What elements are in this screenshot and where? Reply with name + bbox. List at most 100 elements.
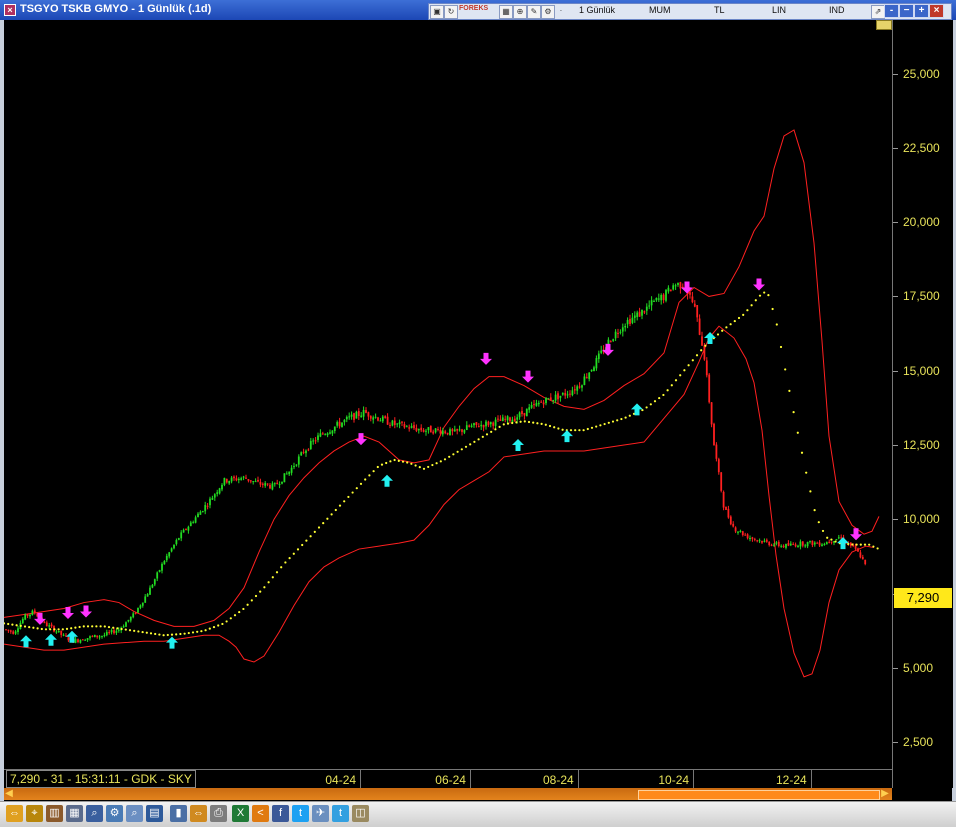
chart-plot-area[interactable] — [2, 20, 892, 769]
candle-body — [629, 318, 631, 324]
candle-body — [499, 419, 502, 421]
search-icon[interactable]: ⌕ — [86, 805, 103, 822]
database-icon[interactable]: ▮ — [170, 805, 187, 822]
average-dot — [679, 374, 682, 377]
indicator-selector[interactable]: IND — [829, 5, 845, 15]
currency-selector[interactable]: TL — [714, 5, 725, 15]
candle-body — [101, 635, 103, 637]
candle-body — [468, 425, 471, 427]
scroll-left-arrow-icon[interactable]: ◀ — [4, 788, 14, 800]
crosshair-icon[interactable]: ⌖ — [26, 805, 43, 822]
candle-body — [811, 540, 814, 546]
candle-body — [180, 532, 183, 539]
candle-body — [249, 480, 252, 482]
close-button[interactable]: × — [929, 4, 944, 18]
zoom-icon[interactable]: ⊕ — [513, 5, 527, 19]
bird-icon[interactable]: ✈ — [312, 805, 329, 822]
candle-body — [240, 478, 243, 480]
resize-handle[interactable] — [876, 20, 892, 30]
average-dot — [670, 384, 673, 387]
period-selector[interactable]: 1 Günlük — [579, 5, 615, 15]
x-tick-label: 12-24 — [775, 773, 807, 787]
candle-body — [43, 621, 46, 623]
candle-body — [230, 477, 233, 482]
print-icon[interactable]: ⎙ — [210, 805, 227, 822]
facebook-icon[interactable]: f — [272, 805, 289, 822]
settings-icon[interactable]: ⚙ — [106, 805, 123, 822]
average-dot — [40, 627, 43, 631]
period-icon[interactable]: ▣ — [430, 5, 444, 19]
candle-body — [367, 412, 370, 417]
candle-body — [225, 478, 228, 483]
scroll-right-arrow-icon[interactable]: ▶ — [880, 788, 890, 800]
candle-body — [713, 423, 715, 446]
y-tick-mark — [893, 222, 898, 224]
table-icon[interactable]: ▦ — [66, 805, 83, 822]
scale-selector[interactable]: LIN — [772, 5, 786, 15]
app-icon[interactable]: × — [4, 4, 16, 16]
scroll-thumb[interactable] — [638, 790, 880, 800]
candle-body — [696, 305, 699, 318]
navigate-icon[interactable]: ⇔ — [190, 805, 207, 822]
minimize-button[interactable]: − — [899, 4, 914, 18]
photo-icon[interactable]: ◫ — [352, 805, 369, 822]
chart-book-icon[interactable]: ▥ — [46, 805, 63, 822]
candle-body — [765, 539, 768, 542]
candle-body — [758, 540, 761, 542]
average-dot — [120, 627, 123, 631]
title-bar[interactable]: × TSGYO TSKB GMYO - 1 Günlük (.1d) ▣ ↻ F… — [0, 0, 956, 21]
twitter-icon[interactable]: t — [292, 805, 309, 822]
average-dot — [460, 448, 463, 451]
average-dot — [754, 299, 757, 302]
candle-body — [753, 538, 756, 540]
share-icon[interactable]: < — [252, 805, 269, 822]
candle-body — [297, 456, 300, 465]
average-dot — [427, 465, 430, 469]
candle-body — [631, 317, 634, 323]
candle-body — [276, 482, 279, 485]
chart-type-selector[interactable]: MUM — [649, 5, 671, 15]
horizontal-scrollbar[interactable]: ◀ ▶ — [4, 788, 892, 800]
x-tick-label: 04-24 — [325, 773, 357, 787]
collapse-button[interactable]: - — [884, 4, 899, 18]
candle-body — [451, 429, 454, 432]
candle-body — [485, 421, 487, 427]
settings-icon[interactable]: ⚙ — [541, 5, 555, 19]
average-dot — [36, 627, 39, 630]
average-dot — [347, 495, 350, 499]
candle-body — [739, 530, 742, 532]
candle-body — [763, 540, 766, 542]
twitter-round-icon[interactable]: t — [332, 805, 349, 822]
candle-body — [209, 498, 211, 506]
forex-label[interactable]: FOREKS — [459, 5, 488, 12]
average-dot — [431, 463, 434, 467]
candle-body — [288, 471, 291, 475]
candle-body — [365, 410, 367, 413]
candle-body — [662, 294, 665, 301]
candle-body — [650, 300, 653, 306]
candle-body — [384, 416, 387, 419]
candle-body — [223, 477, 226, 485]
average-dot — [187, 631, 190, 635]
pencil-icon[interactable]: ✎ — [527, 5, 541, 19]
average-dot — [246, 603, 249, 606]
candle-body — [727, 508, 730, 518]
add-button[interactable]: + — [914, 4, 929, 18]
candle-body — [153, 579, 156, 585]
grid-icon[interactable]: ▦ — [499, 5, 513, 19]
arrows-icon[interactable]: ⇔ — [6, 805, 23, 822]
preview-icon[interactable]: ▤ — [146, 805, 163, 822]
magnify-icon[interactable]: ⌕ — [126, 805, 143, 822]
link-icon[interactable]: ⇗ — [871, 5, 885, 19]
average-dot — [242, 607, 245, 611]
candle-body — [60, 630, 63, 635]
average-dot — [86, 625, 90, 628]
excel-icon[interactable]: X — [232, 805, 249, 822]
refresh-icon[interactable]: ↻ — [444, 5, 458, 19]
candle-body — [518, 412, 521, 418]
price-chart[interactable] — [2, 20, 892, 769]
average-dot — [166, 633, 169, 637]
last-price-label: 7,290 — [894, 588, 952, 608]
candle-body — [828, 541, 831, 543]
y-axis[interactable]: 25,000 22,500 20,000 17,500 15,000 12,500 10,0… — [892, 20, 953, 788]
